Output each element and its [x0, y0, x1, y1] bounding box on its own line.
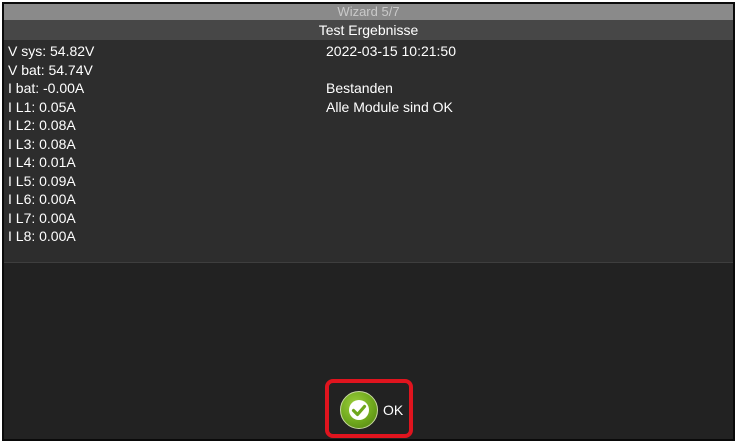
measurement-i-l4: I L4: 0.01A — [8, 154, 76, 170]
ok-button[interactable]: OK — [340, 390, 403, 430]
results-panel: V sys: 54.82V V bat: 54.74V I bat: -0.00… — [4, 40, 733, 263]
measurement-i-l1: I L1: 0.05A — [8, 98, 76, 115]
ok-button-label: OK — [383, 402, 404, 418]
checkmark-icon — [340, 391, 378, 429]
measurement-i-l2: I L2: 0.08A — [8, 117, 76, 133]
measurement-i-bat: I bat: -0.00A — [8, 80, 85, 96]
measurement-i-l6: I L6: 0.00A — [8, 191, 76, 207]
result-summary: 2022-03-15 10:21:50 Bestanden Alle Modul… — [326, 42, 456, 116]
measurement-i-l7: I L7: 0.00A — [8, 209, 76, 226]
result-status: Bestanden — [326, 80, 393, 96]
result-message: Alle Module sind OK — [326, 98, 453, 115]
measurement-i-l5: I L5: 0.09A — [8, 172, 76, 189]
result-timestamp: 2022-03-15 10:21:50 — [326, 43, 456, 59]
measurement-i-l3: I L3: 0.08A — [8, 135, 76, 152]
page-title: Test Ergebnisse — [4, 20, 733, 40]
measurement-i-l8: I L8: 0.00A — [8, 228, 76, 244]
window-title: Wizard 5/7 — [4, 4, 733, 20]
wizard-window: Wizard 5/7 Test Ergebnisse V sys: 54.82V… — [2, 2, 735, 441]
measurement-v-sys: V sys: 54.82V — [8, 43, 95, 59]
measurements-list: V sys: 54.82V V bat: 54.74V I bat: -0.00… — [8, 42, 94, 246]
measurement-v-bat: V bat: 54.74V — [8, 61, 93, 78]
